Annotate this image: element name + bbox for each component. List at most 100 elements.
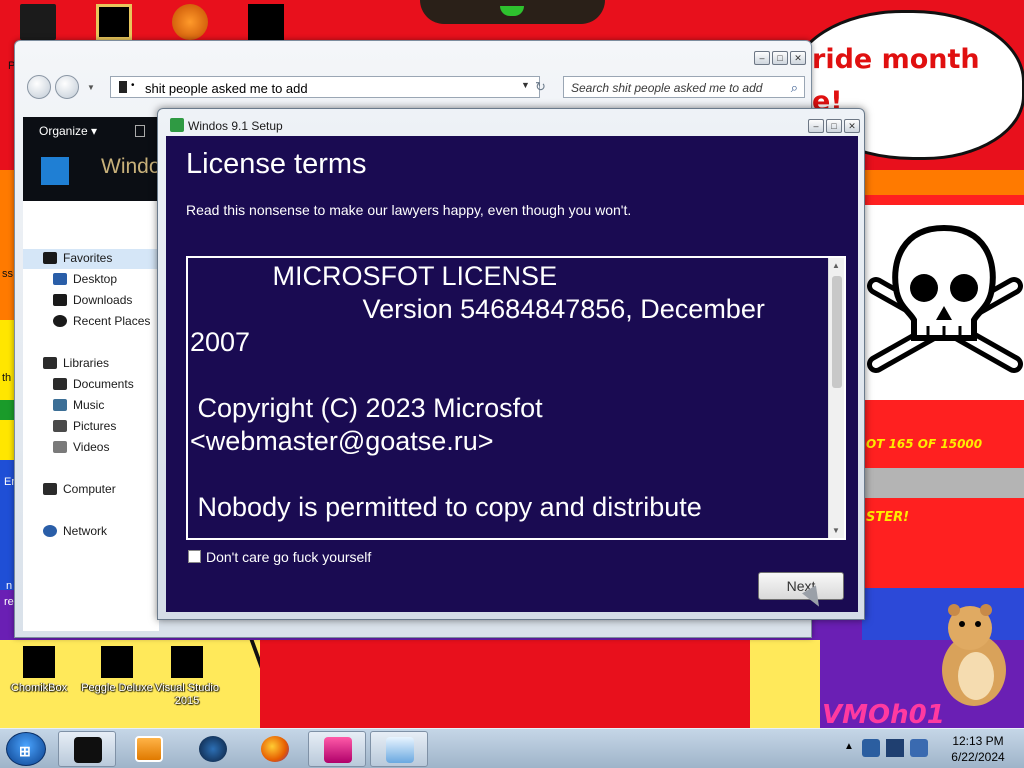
tray-volume-icon[interactable]	[910, 739, 928, 757]
desktop-icon-top-1[interactable]	[20, 4, 56, 40]
nav-favorites[interactable]: Favorites	[43, 251, 112, 265]
history-chevron-icon[interactable]: ▼	[87, 83, 95, 92]
explorer-toolbar: Organize ▾	[23, 117, 159, 145]
taskbar-app-globe[interactable]	[184, 731, 242, 767]
desktop-icon-top-3[interactable]	[172, 4, 208, 40]
agree-checkbox[interactable]	[188, 550, 201, 563]
license-text: MICROSFOT LICENSE Version 54684847856, D…	[190, 261, 765, 522]
scroll-up-icon[interactable]: ▲	[832, 261, 840, 270]
nav-computer[interactable]: Computer	[43, 482, 116, 496]
wallpaper-cartoon-red	[260, 640, 750, 730]
tray-network-icon[interactable]	[862, 739, 880, 757]
setup-minimize-button[interactable]: –	[808, 119, 824, 133]
taskbar: ⊞ ▲ 12:13 PM 6/22/2024	[0, 728, 1024, 768]
desktop-icon	[53, 273, 67, 285]
nav-computer-label: Computer	[63, 482, 116, 496]
taskbar-app-pink[interactable]	[308, 731, 366, 767]
folder-small-icon	[119, 81, 127, 93]
explorer-maximize-button[interactable]: □	[772, 51, 788, 65]
nav-music-label: Music	[73, 398, 105, 412]
scrollbar-thumb[interactable]	[832, 276, 842, 388]
poster-red-band-mid	[862, 400, 1024, 468]
edge-label-2: ss	[2, 268, 13, 280]
windows-logo-icon: ⊞	[19, 743, 31, 759]
setup-content: License terms Read this nonsense to make…	[166, 136, 858, 612]
setup-title-icon	[170, 118, 184, 132]
libraries-icon	[43, 357, 57, 369]
downloads-icon	[53, 294, 67, 306]
speech-bubble-line1: ride month	[812, 44, 980, 75]
nav-videos-label: Videos	[73, 440, 110, 454]
poster-text-2: STER!	[866, 510, 910, 525]
view-icon[interactable]	[135, 125, 145, 137]
setup-maximize-button[interactable]: □	[826, 119, 842, 133]
page-subtitle: Read this nonsense to make our lawyers h…	[186, 202, 632, 218]
refresh-icon[interactable]: ↻	[535, 79, 546, 95]
nav-music[interactable]: Music	[53, 398, 104, 412]
clock-date: 6/22/2024	[951, 750, 1005, 764]
address-path: shit people asked me to add	[145, 81, 308, 96]
agree-checkbox-label[interactable]: Don't care go fuck yourself	[206, 549, 371, 565]
navigation-pane: Favorites Desktop Downloads Recent Place…	[23, 201, 159, 631]
explorer-close-button[interactable]: ✕	[790, 51, 806, 65]
edge-label-5: n	[6, 580, 13, 592]
skull-crossbones-icon	[867, 224, 1023, 373]
license-textbox[interactable]: MICROSFOT LICENSE Version 54684847856, D…	[186, 256, 846, 540]
poster-red-band-top	[862, 195, 1024, 205]
tray-expand-icon[interactable]: ▲	[844, 741, 854, 752]
edge-label-3: th	[2, 372, 12, 384]
peggle-icon	[101, 646, 133, 678]
nav-downloads-label: Downloads	[73, 293, 133, 307]
setup-close-button[interactable]: ✕	[844, 119, 860, 133]
recent-places-icon	[53, 315, 67, 327]
organize-button[interactable]: Organize ▾	[39, 124, 97, 138]
forward-arrow-icon[interactable]	[55, 75, 79, 99]
address-dropdown-icon[interactable]: ▼	[521, 80, 530, 90]
search-icon: ⌕	[790, 80, 798, 95]
desktop-icon-visual-studio[interactable]: Visual Studio 2015	[150, 646, 224, 708]
nav-desktop-label: Desktop	[73, 272, 118, 286]
taskbar-app-explorer[interactable]	[58, 731, 116, 767]
scroll-down-icon[interactable]: ▼	[832, 526, 840, 535]
clock-time: 12:13 PM	[952, 734, 1004, 748]
firefox-icon	[261, 736, 289, 762]
breadcrumb-chevron-icon[interactable]: •	[131, 80, 135, 91]
nav-recent-places[interactable]: Recent Places	[53, 314, 150, 328]
clock[interactable]: 12:13 PM 6/22/2024	[938, 733, 1018, 765]
tray-monitor-icon[interactable]	[886, 739, 904, 757]
desktop-icon-chomikbox[interactable]: ChomikBox	[2, 646, 76, 695]
documents-icon	[53, 378, 67, 390]
nav-pictures-label: Pictures	[73, 419, 117, 433]
star-icon	[43, 252, 57, 264]
nav-pictures[interactable]: Pictures	[53, 419, 116, 433]
next-button[interactable]: Next	[758, 572, 844, 600]
videos-icon	[53, 441, 67, 453]
nav-desktop[interactable]: Desktop	[53, 272, 117, 286]
nav-libraries[interactable]: Libraries	[43, 356, 109, 370]
search-input[interactable]: Search shit people asked me to add ⌕	[563, 76, 805, 98]
nav-network[interactable]: Network	[43, 524, 107, 538]
page-title: License terms	[186, 148, 367, 180]
vm-watermark: VMOh01	[822, 700, 945, 730]
desktop-icon-top-2[interactable]	[96, 4, 132, 40]
desktop-icon-label: Visual Studio 2015	[154, 682, 219, 707]
desktop-icon-top-4[interactable]	[248, 4, 284, 40]
taskbar-app-setup[interactable]	[370, 731, 428, 767]
globe-icon	[199, 736, 227, 762]
start-button[interactable]: ⊞	[6, 732, 46, 766]
explorer-minimize-button[interactable]: –	[754, 51, 770, 65]
back-arrow-icon[interactable]	[27, 75, 51, 99]
setup-app-icon	[41, 157, 69, 185]
banner-title: Windo	[101, 155, 161, 178]
taskbar-app-firefox[interactable]	[246, 731, 304, 767]
address-bar[interactable]: • shit people asked me to add ▼	[110, 76, 540, 98]
desktop-icon-peggle-deluxe[interactable]: Peggle Deluxe	[80, 646, 154, 695]
nav-downloads[interactable]: Downloads	[53, 293, 132, 307]
setup-window-title: Windos 9.1 Setup	[188, 119, 283, 133]
pictures-icon	[53, 420, 67, 432]
nav-documents[interactable]: Documents	[53, 377, 134, 391]
nav-videos[interactable]: Videos	[53, 440, 109, 454]
license-scrollbar[interactable]: ▲ ▼	[828, 258, 844, 538]
music-icon	[53, 399, 67, 411]
taskbar-app-media-player[interactable]	[120, 731, 178, 767]
